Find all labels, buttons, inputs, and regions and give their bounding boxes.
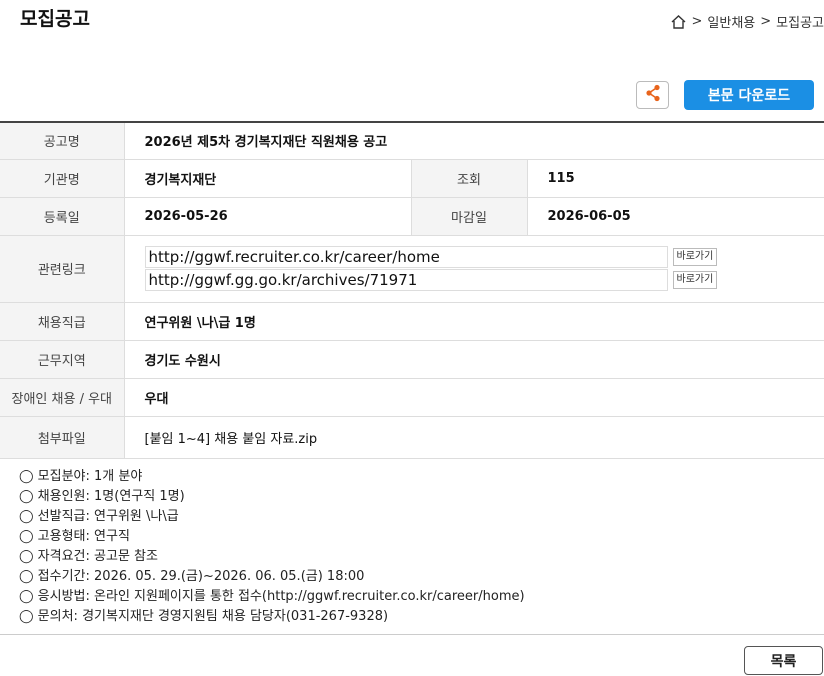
details-list: ◯ 모집분야: 1개 분야 ◯ 채용인원: 1명(연구직 1명) ◯ 선발직급:… [19,467,525,627]
title-label: 공고명 [0,122,125,160]
detail-item: ◯ 자격요건: 공고문 참조 [19,549,158,564]
go-button[interactable]: 바로가기 [672,248,718,266]
position-value: 연구위원 \나\급 1명 [124,302,824,341]
link-field[interactable]: http://ggwf.recruiter.co.kr/career/home [144,246,668,268]
list-button[interactable]: 목록 [744,646,823,675]
breadcrumb-separator: > [760,14,772,29]
detail-item: ◯ 응시방법: 온라인 지원페이지를 통한 접수(http://ggwf.rec… [19,589,525,604]
reg-date-value: 2026-05-26 [124,197,412,236]
divider [0,634,824,635]
info-table: 공고명 2026년 제5차 경기복지재단 직원채용 공고 기관명 경기복지재단 … [0,121,824,459]
disability-value: 우대 [124,378,824,417]
link-field[interactable]: http://ggwf.gg.go.kr/archives/71971 [144,269,668,291]
share-button[interactable] [636,81,669,109]
download-button[interactable]: 본문 다운로드 [684,80,814,110]
share-icon [645,84,661,106]
go-button[interactable]: 바로가기 [672,271,718,289]
location-label: 근무지역 [0,340,125,379]
org-value: 경기복지재단 [124,159,412,198]
detail-item: ◯ 고용형태: 연구직 [19,529,130,544]
home-icon[interactable] [670,14,687,30]
location-value: 경기도 수원시 [124,340,824,379]
views-value: 115 [527,159,824,198]
breadcrumb-separator: > [691,14,703,29]
breadcrumb-item-general[interactable]: 일반채용 [707,12,755,31]
detail-item: ◯ 모집분야: 1개 분야 [19,469,143,484]
deadline-label: 마감일 [411,197,528,236]
links-label: 관련링크 [0,235,125,303]
title-value: 2026년 제5차 경기복지재단 직원채용 공고 [124,122,824,160]
breadcrumb-item-current: 모집공고 [776,16,824,31]
links-cell: http://ggwf.recruiter.co.kr/career/home … [124,235,824,303]
disability-label: 장애인 채용 / 우대 [0,378,125,417]
detail-item: ◯ 문의처: 경기복지재단 경영지원팀 채용 담당자(031-267-9328) [19,609,389,624]
org-label: 기관명 [0,159,125,198]
position-label: 채용직급 [0,302,125,341]
detail-item: ◯ 선발직급: 연구위원 \나\급 [19,509,179,524]
reg-date-label: 등록일 [0,197,125,236]
breadcrumb: > 일반채용 > 모집공고 [670,12,824,31]
views-label: 조회 [411,159,528,198]
deadline-value: 2026-06-05 [527,197,824,236]
page-title: 모집공고 [20,8,90,30]
detail-item: ◯ 접수기간: 2026. 05. 29.(금)~2026. 06. 05.(금… [19,569,365,584]
detail-item: ◯ 채용인원: 1명(연구직 1명) [19,489,185,504]
attachment-link[interactable]: [붙임 1~4] 채용 붙임 자료.zip [124,416,824,459]
attachment-label: 첨부파일 [0,416,125,459]
